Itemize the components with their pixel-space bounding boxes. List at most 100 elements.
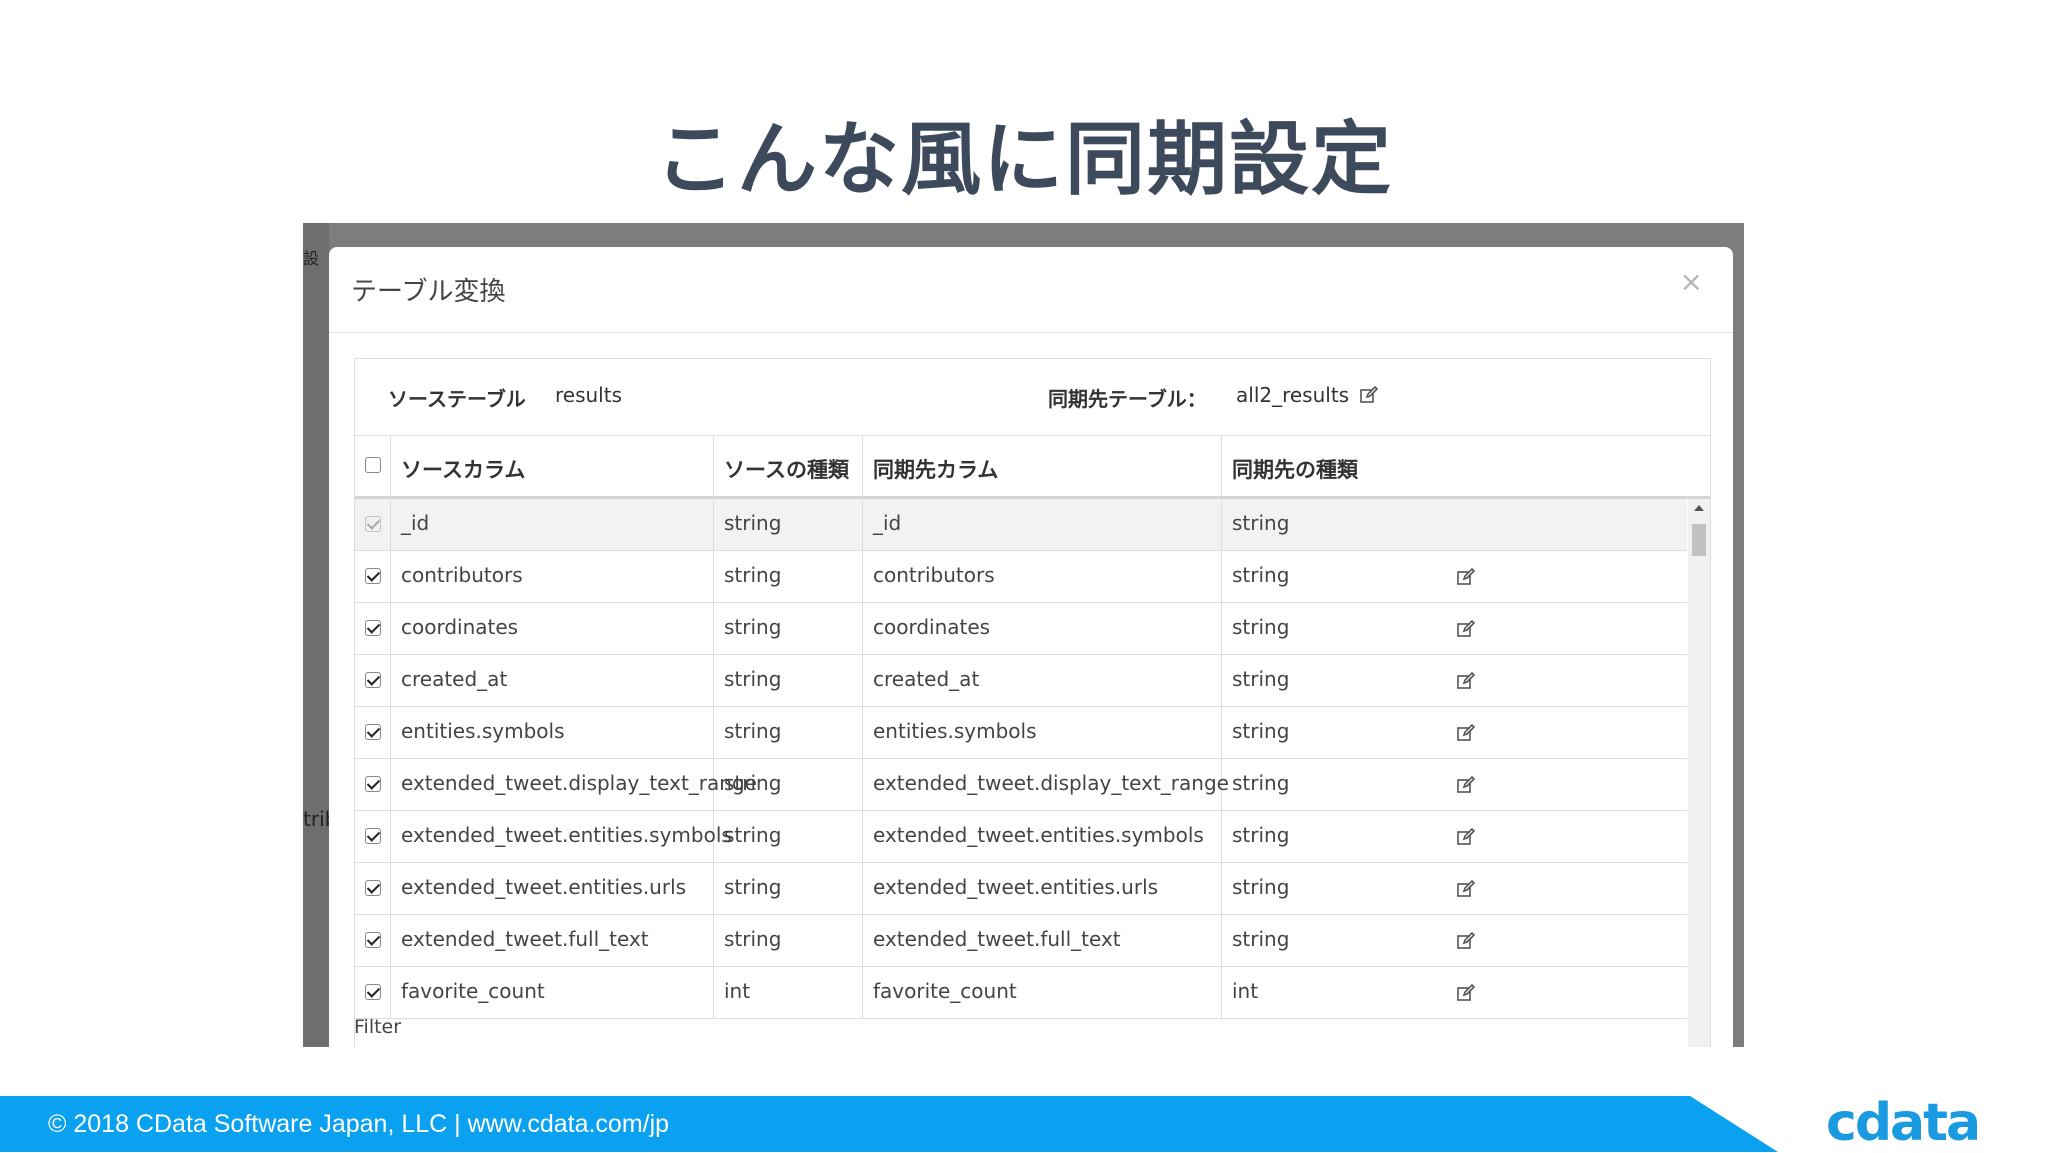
column-divider [390,915,391,966]
modal-header: テーブル変換 × [329,247,1733,333]
edit-icon[interactable] [1456,671,1476,696]
column-divider [1221,811,1222,862]
column-divider [1221,551,1222,602]
edit-icon[interactable] [1456,619,1476,644]
edit-icon[interactable] [1456,827,1476,852]
row-checkbox[interactable] [365,568,381,584]
source-type-cell: string [724,823,782,847]
slide-title: こんな風に同期設定 [655,113,1393,206]
column-divider [862,863,863,914]
dest-type-cell: string [1232,875,1290,899]
footer-copyright: © 2018 CData Software Japan, LLC | www.c… [48,1110,670,1138]
source-type-cell: int [724,979,751,1003]
dest-type-cell: string [1232,927,1290,951]
header-source-type[interactable]: ソースの種類 [724,454,849,484]
row-checkbox[interactable] [365,984,381,1000]
dest-column-cell: created_at [873,667,980,691]
screenshot-frame: 設 trib テーブル変換 × ソーステーブル results 同期先テーブル：… [303,223,1744,1047]
column-divider [713,655,714,706]
header-dest-type[interactable]: 同期先の種類 [1232,454,1358,484]
column-divider [1221,499,1222,550]
dest-column-cell: extended_tweet.entities.symbols [873,823,1204,847]
vertical-scrollbar[interactable] [1688,499,1710,1047]
table-row: favorite_count int favorite_count int [355,967,1687,1019]
source-table-value: results [555,383,623,407]
source-column-cell: extended_tweet.display_text_range [401,771,757,795]
dest-type-cell: string [1232,511,1290,535]
edit-icon[interactable] [1456,931,1476,956]
source-table-label: ソーステーブル [388,387,526,411]
column-divider [1221,436,1222,496]
row-checkbox[interactable] [365,776,381,792]
grid-header: ソースカラム ソースの種類 同期先カラム 同期先の種類 [355,436,1710,499]
scroll-thumb[interactable] [1692,524,1706,556]
source-type-cell: string [724,667,782,691]
dest-column-cell: _id [873,511,902,535]
table-info-row: ソーステーブル results 同期先テーブル： all2_results [355,359,1710,436]
column-divider [862,707,863,758]
column-divider [713,436,714,496]
edit-icon[interactable] [1456,983,1476,1008]
header-dest-column[interactable]: 同期先カラム [873,454,998,484]
column-divider [713,551,714,602]
dest-column-cell: contributors [873,563,995,587]
row-checkbox [365,516,381,532]
filter-label: Filter [354,1016,402,1038]
column-divider [862,603,863,654]
source-column-cell: created_at [401,667,508,691]
source-type-cell: string [724,563,782,587]
edit-icon[interactable] [1456,775,1476,800]
column-divider [862,499,863,550]
modal-title: テーブル変換 [351,277,506,307]
dest-type-cell: string [1232,823,1290,847]
dest-type-cell: int [1232,979,1259,1003]
column-divider [1221,603,1222,654]
dest-type-cell: string [1232,771,1290,795]
close-icon[interactable]: × [1680,265,1703,298]
column-divider [390,499,391,550]
column-divider [1221,967,1222,1018]
row-checkbox[interactable] [365,828,381,844]
dest-column-cell: coordinates [873,615,991,639]
edit-icon[interactable] [1456,879,1476,904]
row-checkbox[interactable] [365,932,381,948]
dest-column-cell: entities.symbols [873,719,1037,743]
column-divider [862,655,863,706]
column-divider [862,759,863,810]
source-column-cell: entities.symbols [401,719,565,743]
column-divider [390,655,391,706]
column-divider [390,707,391,758]
table-row: extended_tweet.full_text string extended_t… [355,915,1687,967]
source-type-cell: string [724,927,782,951]
column-divider [862,436,863,496]
header-source-column[interactable]: ソースカラム [401,454,525,484]
column-divider [1221,655,1222,706]
mapping-panel: ソーステーブル results 同期先テーブル： all2_results ソー… [354,358,1711,1047]
scroll-up-arrow-icon[interactable] [1694,505,1704,511]
cdata-logo: cdata [1826,1093,1981,1153]
source-column-cell: contributors [401,563,523,587]
row-checkbox[interactable] [365,880,381,896]
dest-column-cell: favorite_count [873,979,1017,1003]
row-checkbox[interactable] [365,620,381,636]
row-checkbox[interactable] [365,672,381,688]
column-divider [713,915,714,966]
table-row: _id string _id string [355,499,1687,551]
dest-type-cell: string [1232,615,1290,639]
column-divider [390,759,391,810]
row-checkbox[interactable] [365,724,381,740]
source-type-cell: string [724,719,782,743]
select-all-checkbox[interactable] [365,457,381,473]
edit-icon[interactable] [1359,385,1379,410]
column-divider [1221,863,1222,914]
column-divider [713,707,714,758]
edit-icon[interactable] [1456,723,1476,748]
column-divider [862,967,863,1018]
source-type-cell: string [724,875,782,899]
column-divider [713,499,714,550]
table-row: extended_tweet.entities.urls string extend… [355,863,1687,915]
dest-table-label: 同期先テーブル： [1048,387,1207,411]
table-row: coordinates string coordinates string [355,603,1687,655]
dest-type-cell: string [1232,667,1290,691]
edit-icon[interactable] [1456,567,1476,592]
